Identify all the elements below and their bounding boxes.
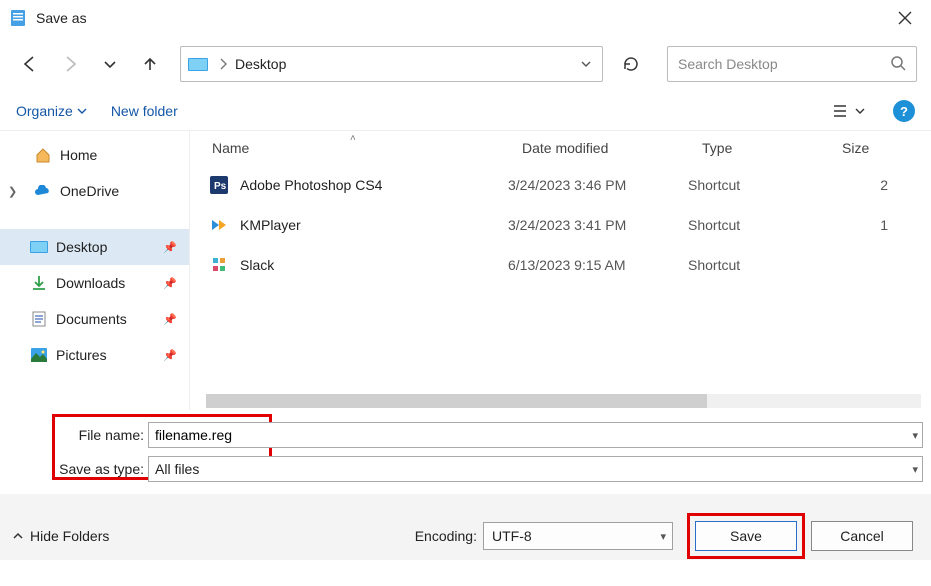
column-header-name[interactable]: Name (212, 140, 522, 156)
encoding-label: Encoding: (415, 528, 477, 544)
breadcrumb-desktop[interactable]: Desktop (231, 54, 290, 74)
file-type: Shortcut (688, 257, 828, 273)
file-pane: ˄ Name Date modified Type Size Ps Adobe P… (190, 131, 931, 410)
file-size: 1 (828, 217, 888, 233)
nav-row: Desktop (0, 36, 931, 92)
close-button[interactable] (887, 0, 923, 36)
back-button[interactable] (14, 48, 46, 80)
window-title: Save as (36, 10, 87, 26)
horizontal-scrollbar[interactable] (206, 394, 921, 408)
refresh-button[interactable] (613, 46, 649, 82)
documents-icon (30, 310, 48, 328)
hide-folders-label: Hide Folders (30, 528, 109, 544)
scrollbar-thumb[interactable] (206, 394, 707, 408)
pin-icon: 📌 (163, 313, 177, 326)
save-type-value: All files (155, 461, 199, 477)
toolbar: Organize New folder ? (0, 92, 931, 130)
file-date: 6/13/2023 9:15 AM (508, 257, 688, 273)
sidebar-item-label: Pictures (56, 347, 107, 363)
search-box[interactable] (667, 46, 917, 82)
sidebar-item-label: OneDrive (60, 183, 119, 199)
sidebar-item-pictures[interactable]: Pictures 📌 (0, 337, 189, 373)
dropdown-icon[interactable]: ▾ (912, 429, 918, 442)
hide-folders-button[interactable]: Hide Folders (12, 528, 109, 544)
pictures-icon (30, 346, 48, 364)
file-date: 3/24/2023 3:41 PM (508, 217, 688, 233)
forward-button[interactable] (54, 48, 86, 80)
dropdown-icon[interactable]: ▾ (660, 530, 666, 543)
dropdown-icon[interactable]: ▾ (912, 463, 918, 476)
onedrive-icon (34, 182, 52, 200)
file-row[interactable]: Slack 6/13/2023 9:15 AM Shortcut (190, 245, 931, 285)
sidebar-item-onedrive[interactable]: ❯ OneDrive (0, 173, 189, 209)
chevron-right-icon (219, 58, 227, 70)
save-type-label: Save as type: (0, 461, 148, 477)
encoding-value: UTF-8 (492, 528, 532, 544)
app-icon (208, 254, 230, 276)
downloads-icon (30, 274, 48, 292)
new-folder-button[interactable]: New folder (111, 103, 178, 119)
sidebar-item-label: Downloads (56, 275, 125, 291)
file-date: 3/24/2023 3:46 PM (508, 177, 688, 193)
help-button[interactable]: ? (893, 100, 915, 122)
save-form: File name: ▾ Save as type: All files ▾ (0, 410, 931, 484)
search-input[interactable] (678, 56, 890, 72)
save-type-select[interactable]: All files ▾ (148, 456, 923, 482)
file-row[interactable]: KMPlayer 3/24/2023 3:41 PM Shortcut 1 (190, 205, 931, 245)
cancel-button[interactable]: Cancel (811, 521, 913, 551)
footer: Hide Folders Encoding: UTF-8 ▾ Save Canc… (0, 494, 931, 560)
desktop-icon (187, 53, 209, 75)
file-type: Shortcut (688, 177, 828, 193)
file-name: Adobe Photoshop CS4 (240, 177, 382, 193)
home-icon (34, 146, 52, 164)
pin-icon: 📌 (163, 349, 177, 362)
recent-dropdown[interactable] (94, 48, 126, 80)
chevron-right-icon: ❯ (8, 185, 17, 198)
column-header-date[interactable]: Date modified (522, 140, 702, 156)
organize-label: Organize (16, 103, 73, 119)
up-button[interactable] (134, 48, 166, 80)
encoding-select[interactable]: UTF-8 ▾ (483, 522, 673, 550)
app-icon: Ps (208, 174, 230, 196)
address-dropdown[interactable] (576, 54, 596, 74)
svg-text:Ps: Ps (214, 181, 227, 192)
sidebar-item-label: Desktop (56, 239, 107, 255)
column-headers: ˄ Name Date modified Type Size (190, 131, 931, 165)
caret-down-icon (855, 106, 865, 116)
file-size: 2 (828, 177, 888, 193)
filename-input[interactable] (155, 427, 916, 443)
column-header-size[interactable]: Size (842, 140, 902, 156)
desktop-icon (30, 238, 48, 256)
pin-icon: 📌 (163, 277, 177, 290)
file-name: Slack (240, 257, 274, 273)
sidebar-item-documents[interactable]: Documents 📌 (0, 301, 189, 337)
filename-label: File name: (0, 427, 148, 443)
sidebar-item-home[interactable]: Home (0, 137, 189, 173)
pin-icon: 📌 (163, 241, 177, 254)
caret-down-icon (77, 106, 87, 116)
list-view-icon (833, 104, 851, 118)
chevron-up-icon (12, 530, 24, 542)
view-options[interactable] (829, 100, 869, 122)
organize-menu[interactable]: Organize (16, 103, 87, 119)
sidebar-item-downloads[interactable]: Downloads 📌 (0, 265, 189, 301)
sidebar-item-label: Home (60, 147, 97, 163)
save-button[interactable]: Save (695, 521, 797, 551)
column-header-type[interactable]: Type (702, 140, 842, 156)
file-type: Shortcut (688, 217, 828, 233)
filename-input-wrapper[interactable]: ▾ (148, 422, 923, 448)
search-icon (890, 55, 906, 74)
app-icon (208, 214, 230, 236)
address-bar[interactable]: Desktop (180, 46, 603, 82)
main-area: Home ❯ OneDrive Desktop 📌 Downloads 📌 Do… (0, 130, 931, 410)
sidebar-item-desktop[interactable]: Desktop 📌 (0, 229, 189, 265)
notepad-icon (8, 8, 28, 28)
titlebar: Save as (0, 0, 931, 36)
sort-indicator-icon: ˄ (350, 133, 356, 144)
sidebar: Home ❯ OneDrive Desktop 📌 Downloads 📌 Do… (0, 131, 190, 410)
file-name: KMPlayer (240, 217, 301, 233)
sidebar-item-label: Documents (56, 311, 127, 327)
file-row[interactable]: PsAdobe Photoshop CS4 3/24/2023 3:46 PM … (190, 165, 931, 205)
